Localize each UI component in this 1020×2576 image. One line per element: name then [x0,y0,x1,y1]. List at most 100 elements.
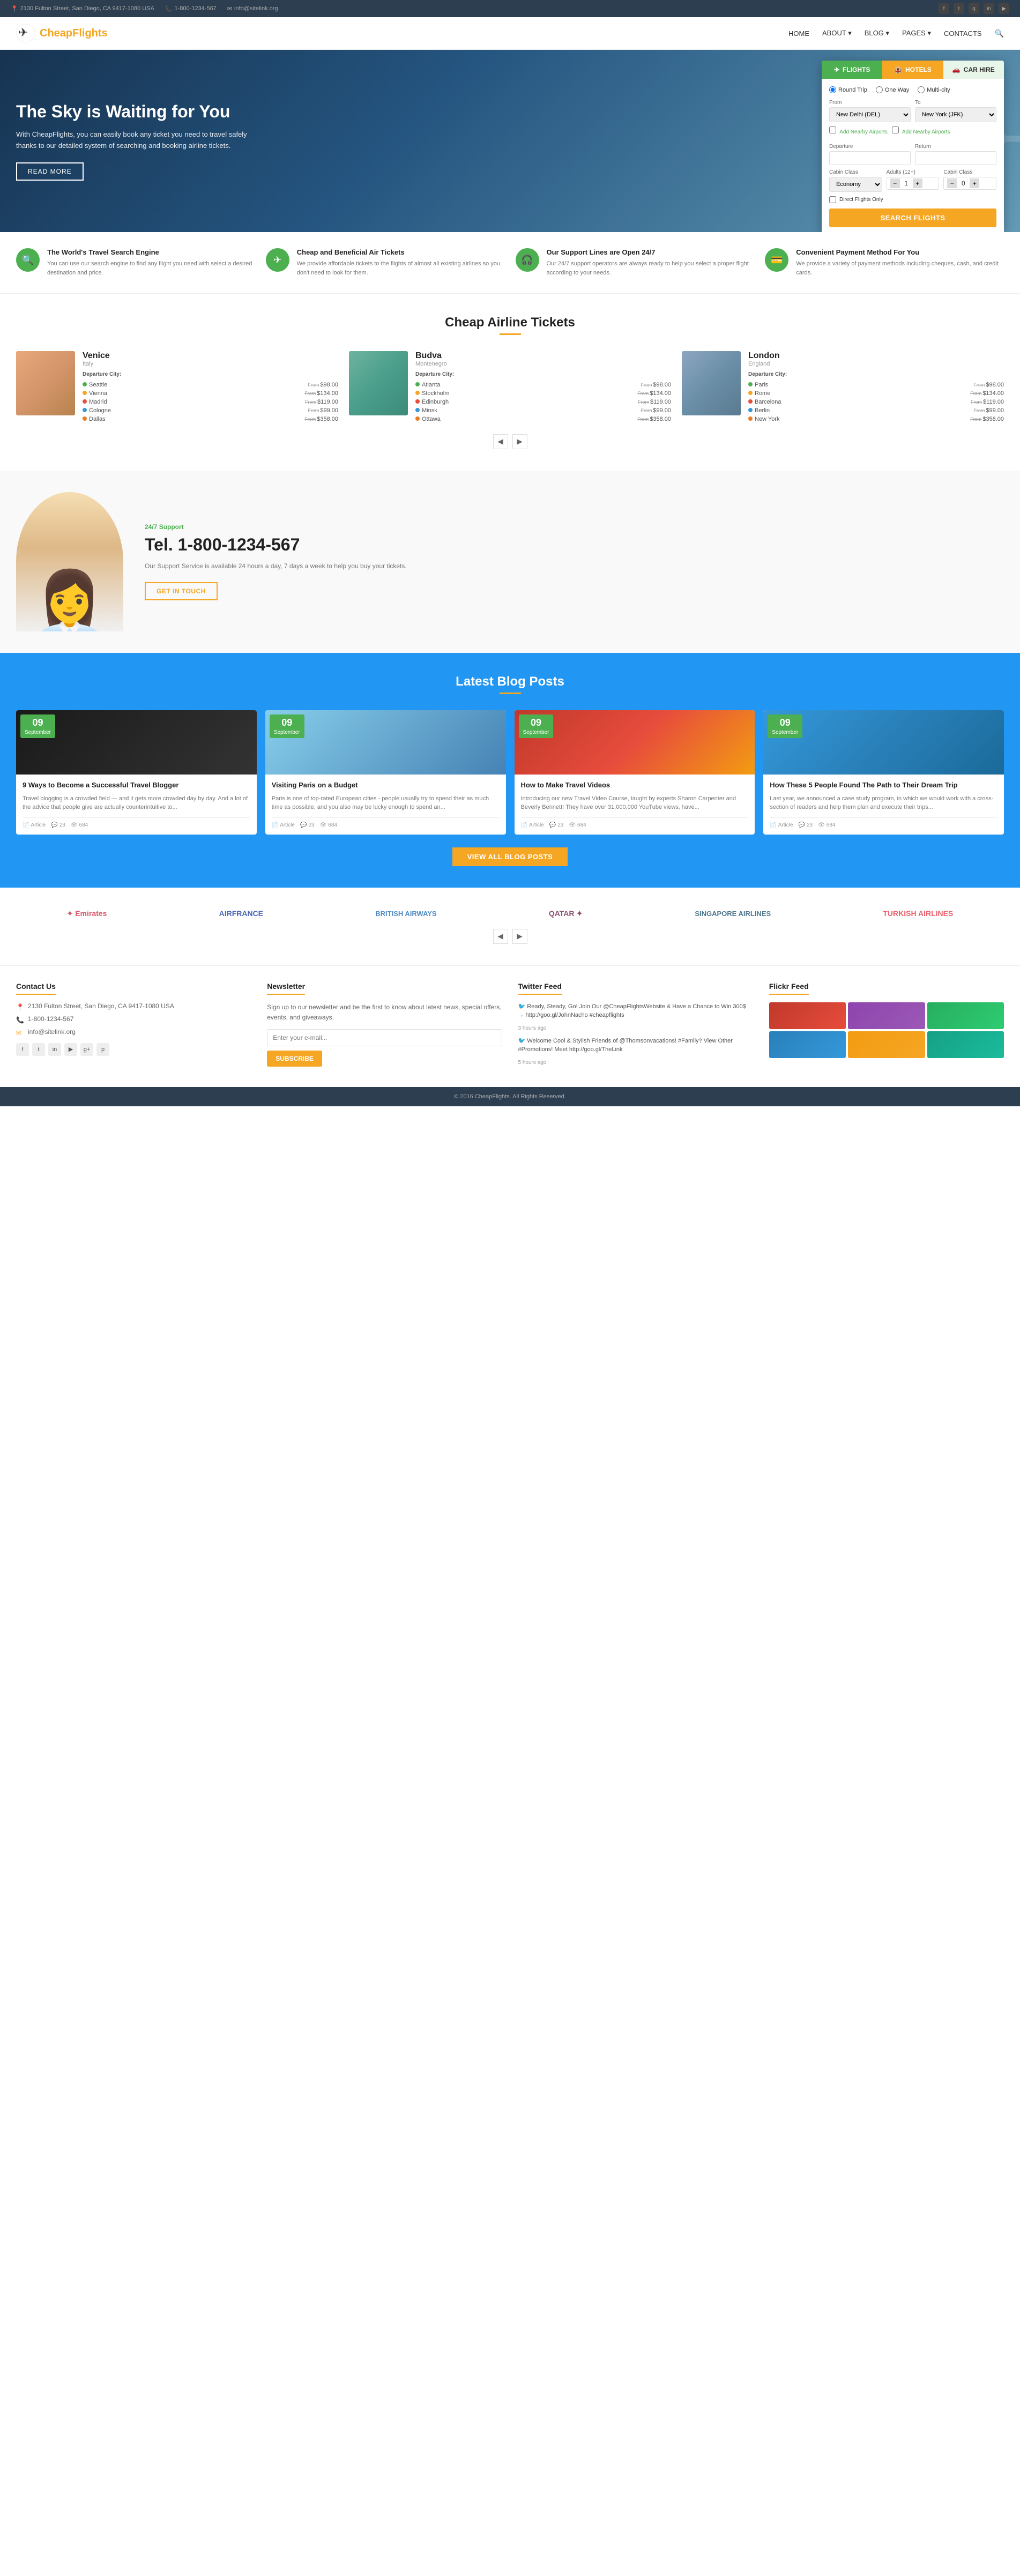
footer-flickr-col: Flickr Feed [769,982,1004,1071]
nearby-to-checkbox[interactable] [892,126,899,133]
newsletter-subscribe-button[interactable]: SUBSCRIBE [267,1051,322,1067]
comment-icon: 💬 [300,822,307,828]
flickr-image-3[interactable] [927,1002,1004,1029]
blog-divider [500,693,521,694]
top-bar-left: 📍 2130 Fulton Street, San Diego, CA 9417… [11,5,278,12]
venice-name: Venice [83,351,338,361]
adults-label: Adults (12+) [887,169,940,175]
blog-card-2-body: Visiting Paris on a Budget Paris is one … [265,775,506,835]
partners-slider-controls: ◀ ▶ [16,929,1004,944]
flights-icon: ✈ [834,66,839,73]
pages-chevron-icon: ▾ [927,29,931,37]
hero-description: With CheapFlights, you can easily book a… [16,129,252,152]
title-divider [500,333,521,335]
svg-text:✈: ✈ [18,26,28,39]
view-all-blog-button[interactable]: VIEW ALL BLOG POSTS [452,847,568,866]
route-item: MadridFrom$119.00 [83,398,338,406]
location-icon: 📍 [11,5,18,12]
nearby-to[interactable]: Add Nearby Airports [892,126,950,135]
tab-carhire[interactable]: 🚗 CAR HIRE [943,61,1004,79]
route-item: MinskFrom$99.00 [415,406,671,415]
googleplus-link[interactable]: g [969,3,979,14]
footer-instagram-link[interactable]: in [48,1043,61,1056]
get-in-touch-button[interactable]: GET IN TOUCH [145,582,218,600]
flickr-image-5[interactable] [848,1031,925,1058]
adults-minus-button[interactable]: − [890,178,900,188]
support-description: Our Support Service is available 24 hour… [145,561,1004,571]
multi-city-radio[interactable] [918,86,925,93]
footer-twitter-link[interactable]: t [32,1043,45,1056]
prev-partners-button[interactable]: ◀ [493,929,508,944]
footer-youtube-link[interactable]: ▶ [64,1043,77,1056]
to-select[interactable]: New York (JFK) [915,107,996,122]
multi-city-label[interactable]: Multi-city [918,86,950,93]
twitter-link[interactable]: t [954,3,964,14]
one-way-radio[interactable] [876,86,883,93]
views-count-4: 👁684 [818,822,835,828]
flickr-image-1[interactable] [769,1002,846,1029]
blog-post-title-3: How to Make Travel Videos [521,781,749,790]
flickr-image-4[interactable] [769,1031,846,1058]
nearby-from[interactable]: Add Nearby Airports [829,126,888,135]
flickr-grid [769,1002,1004,1058]
from-select[interactable]: New Delhi (DEL) [829,107,911,122]
departure-input[interactable] [829,151,911,165]
tab-hotels[interactable]: 🏨 HOTELS [882,61,943,79]
cabin2-minus-button[interactable]: − [947,178,957,188]
footer-email-icon: ✉ [16,1029,24,1037]
footer-facebook-link[interactable]: f [16,1043,29,1056]
support-agent-avatar: 👩‍💼 [29,572,109,631]
feature-1-desc: You can use our search engine to find an… [47,259,255,277]
footer-pinterest-link[interactable]: p [96,1043,109,1056]
round-trip-radio[interactable] [829,86,836,93]
footer-googleplus-link[interactable]: g+ [80,1043,93,1056]
blog-image-2: 09 September [265,710,506,775]
blog-post-desc-2: Paris is one of top-rated European citie… [272,794,500,812]
prev-destinations-button[interactable]: ◀ [493,434,508,449]
youtube-link[interactable]: ▶ [999,3,1009,14]
nav-contacts[interactable]: CONTACTS [944,29,982,38]
direct-flights-label: Direct Flights Only [839,197,883,203]
dot-icon [83,416,87,421]
nearby-from-checkbox[interactable] [829,126,836,133]
return-label: Return [915,144,996,150]
dates-row: Departure Return [829,144,996,165]
cabin-select[interactable]: Economy [829,177,882,192]
social-links: f t g in ▶ [939,3,1009,14]
flickr-image-6[interactable] [927,1031,1004,1058]
nav-home[interactable]: HOME [788,29,809,38]
adults-plus-button[interactable]: + [913,178,922,188]
facebook-link[interactable]: f [939,3,949,14]
direct-flights-checkbox[interactable] [829,196,836,203]
partner-emirates: ✦ Emirates [67,909,107,918]
venice-image [16,351,75,415]
nav-about[interactable]: ABOUT ▾ [822,29,852,38]
logo-cheap: Cheap [40,27,72,39]
cabin2-plus-button[interactable]: + [970,178,979,188]
nav-pages[interactable]: PAGES ▾ [902,29,931,38]
linkedin-link[interactable]: in [984,3,994,14]
nav-blog[interactable]: BLOG ▾ [865,29,889,38]
tab-flights[interactable]: ✈ FLIGHTS [822,61,882,79]
return-input[interactable] [915,151,996,165]
logo-flights: Flights [72,27,108,39]
comments-count-2: 💬23 [300,822,315,828]
one-way-label[interactable]: One Way [876,86,909,93]
search-flights-button[interactable]: SEARCH FLIGHTS [829,209,996,227]
venice-country: Italy [83,361,338,367]
widget-tabs: ✈ FLIGHTS 🏨 HOTELS 🚗 CAR HIRE [822,61,1004,79]
round-trip-label[interactable]: Round Trip [829,86,867,93]
footer-contact-col: Contact Us 📍 2130 Fulton Street, San Die… [16,982,251,1071]
next-partners-button[interactable]: ▶ [512,929,527,944]
logo: ✈ CheapFlights [16,24,108,43]
search-icon[interactable]: 🔍 [995,29,1004,38]
route-item: StockholmFrom$134.00 [415,389,671,398]
partner-airfrance: AIRFRANCE [219,909,263,918]
footer-contact-title: Contact Us [16,982,56,995]
trip-type-group: Round Trip One Way Multi-city [829,86,996,93]
hero-read-more-button[interactable]: READ MORE [16,162,84,181]
route-item: AtlantaFrom$98.00 [415,381,671,389]
flickr-image-2[interactable] [848,1002,925,1029]
next-destinations-button[interactable]: ▶ [512,434,527,449]
newsletter-email-input[interactable] [267,1029,502,1046]
